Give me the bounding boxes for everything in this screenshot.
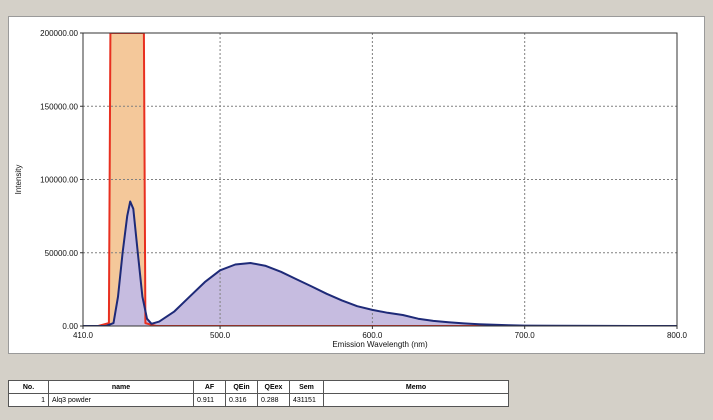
x-axis-label: Emission Wavelength (nm) <box>332 340 428 349</box>
x-tick-label: 800.0 <box>667 331 688 340</box>
col-header-no[interactable]: No. <box>8 380 49 394</box>
col-header-af[interactable]: AF <box>193 380 226 394</box>
x-tick-label: 700.0 <box>515 331 536 340</box>
y-tick-label: 100000.00 <box>40 176 78 185</box>
series-1-area <box>83 201 677 326</box>
x-tick-label: 500.0 <box>210 331 231 340</box>
y-tick-label: 0.00 <box>62 322 78 331</box>
col-header-qeex[interactable]: QEex <box>257 380 290 394</box>
cell-no[interactable]: 1 <box>8 393 49 407</box>
cell-af[interactable]: 0.911 <box>193 393 226 407</box>
x-tick-label: 410.0 <box>73 331 94 340</box>
y-tick-label: 50000.00 <box>45 249 79 258</box>
col-header-name[interactable]: name <box>48 380 194 394</box>
col-header-memo[interactable]: Memo <box>323 380 509 394</box>
cell-qein[interactable]: 0.316 <box>225 393 258 407</box>
y-axis-label: Intensity <box>14 165 23 195</box>
spectrum-chart-panel: 410.0 500.0 600.0 700.0 800.0 0.00 50000.00 100… <box>8 16 705 354</box>
cell-qeex[interactable]: 0.288 <box>257 393 290 407</box>
series-1-line <box>83 200 677 326</box>
y-tick-label: 150000.00 <box>40 102 78 111</box>
col-header-sem[interactable]: Sem <box>289 380 324 394</box>
spectrum-chart: 410.0 500.0 600.0 700.0 800.0 0.00 50000.00 100… <box>14 29 688 349</box>
cell-memo[interactable] <box>323 393 509 407</box>
table-header-row: No. name AF QEin QEex Sem Memo <box>8 380 509 394</box>
x-tick-label: 600.0 <box>362 331 383 340</box>
table-row[interactable]: 1 Alq3 powder 0.911 0.316 0.288 431151 <box>8 393 509 407</box>
cell-name[interactable]: Alq3 powder <box>48 393 194 407</box>
results-table: No. name AF QEin QEex Sem Memo 1 Alq3 po… <box>8 380 509 407</box>
cell-sem[interactable]: 431151 <box>289 393 324 407</box>
col-header-qein[interactable]: QEin <box>225 380 258 394</box>
y-tick-label: 200000.00 <box>40 29 78 38</box>
